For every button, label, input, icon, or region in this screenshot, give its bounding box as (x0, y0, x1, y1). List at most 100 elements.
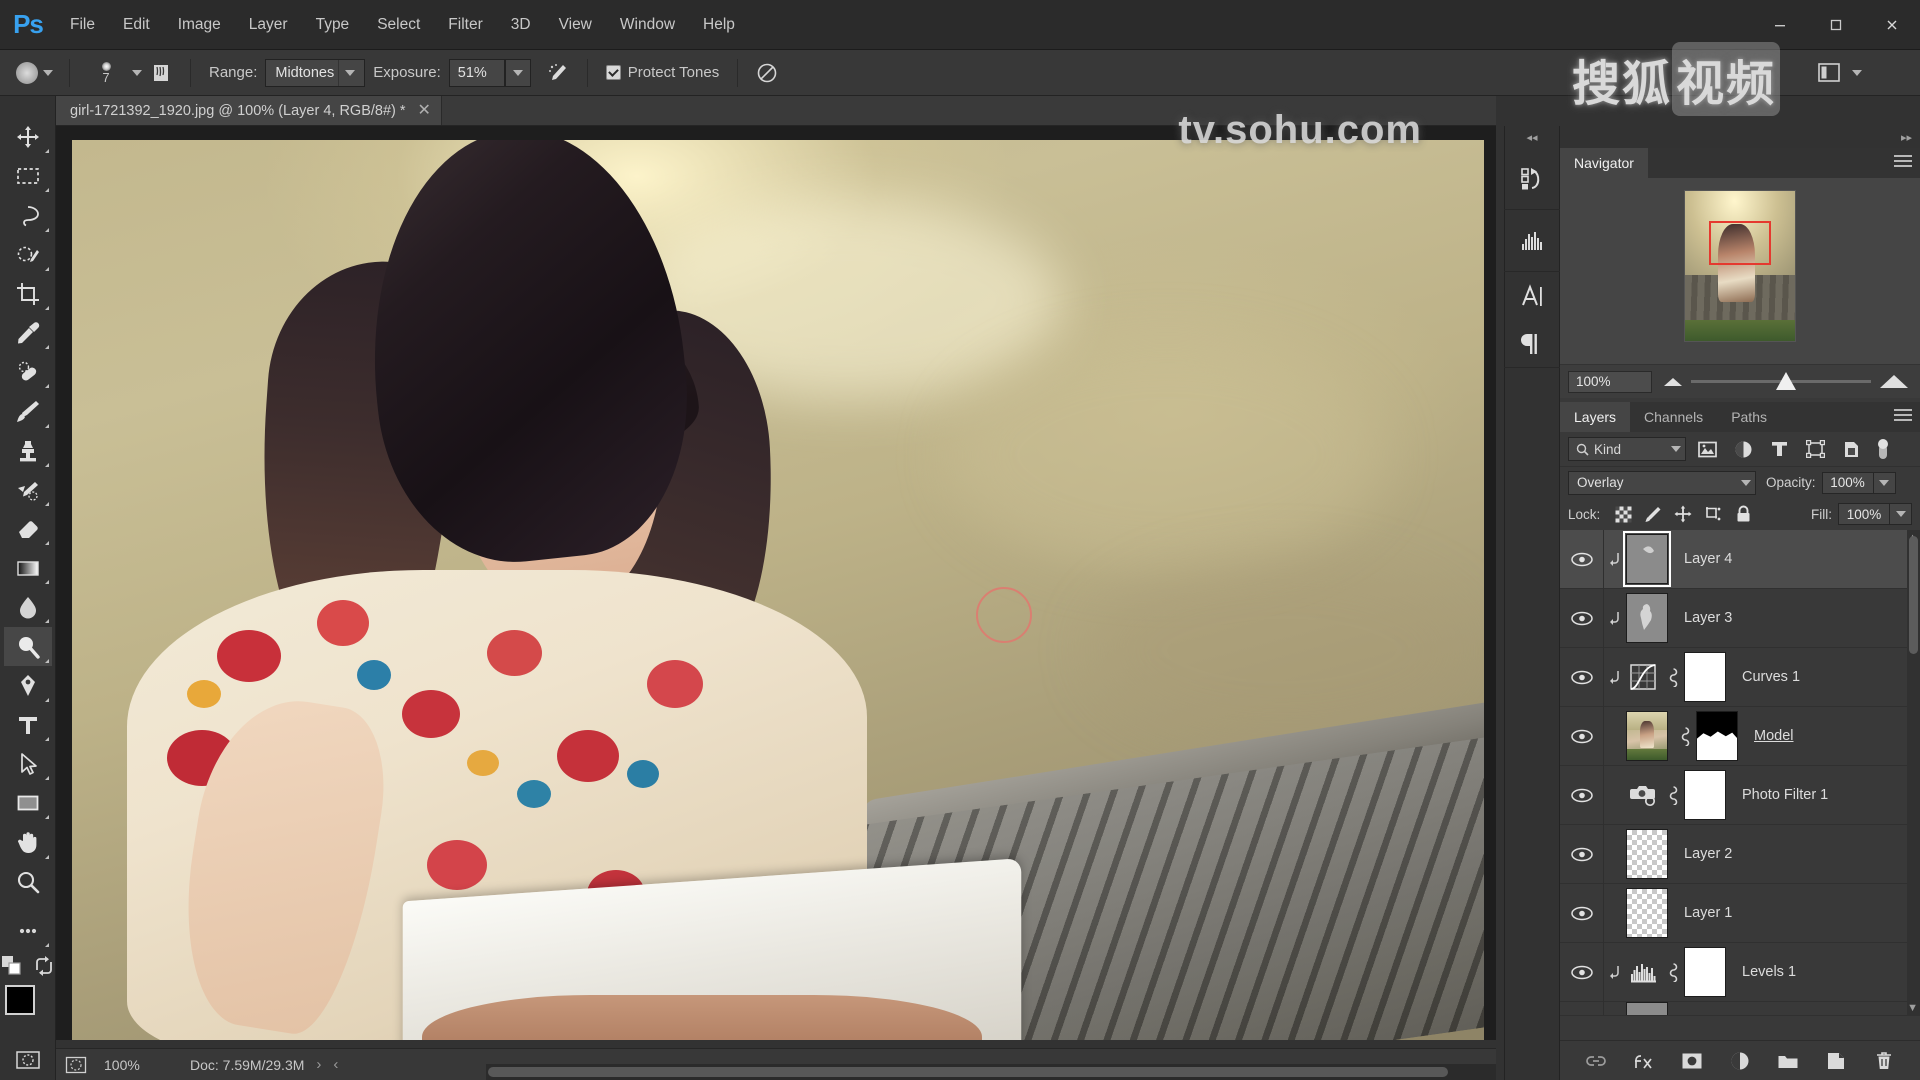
document-tab[interactable]: girl-1721392_1920.jpg @ 100% (Layer 4, R… (56, 96, 442, 125)
layer-visibility-toggle[interactable] (1560, 942, 1604, 1002)
layer-visibility-toggle[interactable] (1560, 824, 1604, 884)
collapse-panels-button[interactable]: ◂◂ (1504, 126, 1560, 148)
layer-mask-thumbnail[interactable] (1696, 711, 1738, 761)
zoom-tool[interactable] (4, 863, 52, 901)
menu-filter[interactable]: Filter (434, 0, 496, 50)
table-row[interactable]: Layer 3 (1560, 588, 1920, 648)
layer-visibility-toggle[interactable] (1560, 1002, 1604, 1015)
layers-scrollbar[interactable]: ▲ ▼ (1907, 530, 1920, 1016)
mask-link-icon[interactable] (1674, 726, 1696, 746)
layer-visibility-toggle[interactable] (1560, 706, 1604, 766)
quick-selection-tool[interactable] (4, 236, 52, 274)
tablet-pressure-button[interactable] (748, 56, 786, 90)
layer-thumbnail[interactable] (1623, 531, 1671, 587)
canvas-area[interactable]: MIRROM PHOTOSHOP TUTORIALS (56, 126, 1496, 1040)
opacity-dropdown-icon[interactable] (1873, 471, 1896, 494)
maximize-button[interactable] (1808, 0, 1864, 50)
layer-style-button[interactable] (1631, 1048, 1657, 1074)
layer-name[interactable]: Layer 3 (1674, 610, 1732, 626)
brush-preset-picker[interactable]: 7 (80, 56, 132, 90)
layer-mask-button[interactable] (1679, 1048, 1705, 1074)
protect-tones-checkbox[interactable]: Protect Tones (598, 64, 727, 81)
path-selection-tool[interactable] (4, 745, 52, 783)
pen-tool[interactable] (4, 667, 52, 705)
tab-layers[interactable]: Layers (1560, 402, 1631, 432)
menu-select[interactable]: Select (363, 0, 434, 50)
layer-thumbnail[interactable] (1626, 829, 1668, 879)
layer-visibility-toggle[interactable] (1560, 529, 1604, 589)
layer-name[interactable]: Layer 4 (1674, 551, 1732, 567)
scrollbar-thumb[interactable] (1909, 536, 1918, 654)
table-row[interactable] (1560, 1002, 1920, 1016)
table-row[interactable]: Model (1560, 706, 1920, 766)
color-swatches[interactable] (4, 984, 51, 1031)
filter-toggle-switch[interactable] (1874, 436, 1892, 462)
crop-tool[interactable] (4, 275, 52, 313)
workspace-chevron-icon[interactable] (1852, 69, 1862, 76)
menu-file[interactable]: File (56, 0, 109, 50)
tab-channels[interactable]: Channels (1630, 402, 1718, 432)
paragraph-panel-button[interactable] (1504, 320, 1560, 368)
layer-visibility-toggle[interactable] (1560, 647, 1604, 707)
menu-image[interactable]: Image (164, 0, 235, 50)
menu-type[interactable]: Type (302, 0, 364, 50)
exposure-dropdown[interactable] (504, 58, 531, 87)
scrollbar-thumb[interactable] (488, 1067, 1448, 1077)
table-row[interactable]: Layer 4 (1560, 529, 1920, 589)
hand-tool[interactable] (4, 823, 52, 861)
edit-toolbar-button[interactable] (4, 912, 52, 950)
layer-mask-thumbnail[interactable] (1684, 652, 1726, 702)
fill-value[interactable]: 100% (1838, 503, 1890, 525)
layer-thumbnail[interactable] (1626, 711, 1668, 761)
range-select[interactable]: Midtones (265, 58, 366, 87)
menu-edit[interactable]: Edit (109, 0, 164, 50)
artboard[interactable]: MIRROM PHOTOSHOP TUTORIALS (72, 140, 1484, 1040)
lock-all-icon[interactable] (1728, 501, 1758, 527)
expand-panels-button[interactable]: ▸▸ (1560, 126, 1920, 148)
lock-transparency-icon[interactable] (1608, 501, 1638, 527)
layer-name[interactable]: Layer 2 (1674, 846, 1732, 862)
chevron-down-icon[interactable] (43, 69, 53, 76)
curves-adjustment-icon[interactable] (1626, 652, 1662, 702)
clone-stamp-tool[interactable] (4, 432, 52, 470)
lasso-tool[interactable] (4, 196, 52, 234)
table-row[interactable]: Layer 1 (1560, 883, 1920, 943)
toggle-brush-panel-button[interactable] (142, 56, 180, 90)
minimize-button[interactable] (1752, 0, 1808, 50)
menu-3d[interactable]: 3D (497, 0, 545, 50)
eyedropper-tool[interactable] (4, 314, 52, 352)
opacity-value[interactable]: 100% (1821, 471, 1874, 494)
navigator-panel-menu-button[interactable] (1894, 155, 1912, 170)
pixel-filter-icon[interactable] (1692, 436, 1722, 462)
histogram-panel-button[interactable] (1504, 210, 1560, 272)
shape-filter-icon[interactable] (1800, 436, 1830, 462)
exposure-input[interactable]: 51% (448, 58, 505, 87)
marquee-tool[interactable] (4, 157, 52, 195)
photo-filter-adjustment-icon[interactable] (1626, 770, 1662, 820)
layer-visibility-toggle[interactable] (1560, 588, 1604, 648)
rectangle-tool[interactable] (4, 784, 52, 822)
quick-mask-status-icon[interactable] (56, 1049, 96, 1080)
brush-preset-chevron-icon[interactable] (132, 69, 142, 76)
blend-mode-select[interactable]: Overlay (1568, 470, 1756, 495)
delete-layer-button[interactable] (1871, 1048, 1897, 1074)
status-prev-icon[interactable]: ‹ (333, 1056, 350, 1073)
close-icon[interactable]: ✕ (418, 102, 431, 119)
quick-mask-button[interactable] (4, 1041, 52, 1079)
zoom-out-icon[interactable] (1664, 377, 1682, 386)
layer-thumbnail[interactable] (1626, 888, 1668, 938)
layers-panel-menu-button[interactable] (1894, 409, 1912, 424)
canvas-horizontal-scrollbar[interactable] (486, 1064, 1496, 1080)
menu-layer[interactable]: Layer (235, 0, 302, 50)
healing-brush-tool[interactable] (4, 353, 52, 391)
layer-mask-thumbnail[interactable] (1684, 770, 1726, 820)
adjustment-filter-icon[interactable] (1728, 436, 1758, 462)
brush-tool[interactable] (4, 392, 52, 430)
navigator-thumbnail[interactable] (1684, 190, 1796, 342)
type-tool[interactable] (4, 706, 52, 744)
swap-colors-icon[interactable] (33, 955, 55, 977)
move-tool[interactable] (4, 118, 52, 156)
lock-image-pixels-icon[interactable] (1638, 501, 1668, 527)
status-zoom-value[interactable]: 100% (96, 1057, 170, 1073)
layer-name[interactable]: Levels 1 (1732, 964, 1796, 980)
